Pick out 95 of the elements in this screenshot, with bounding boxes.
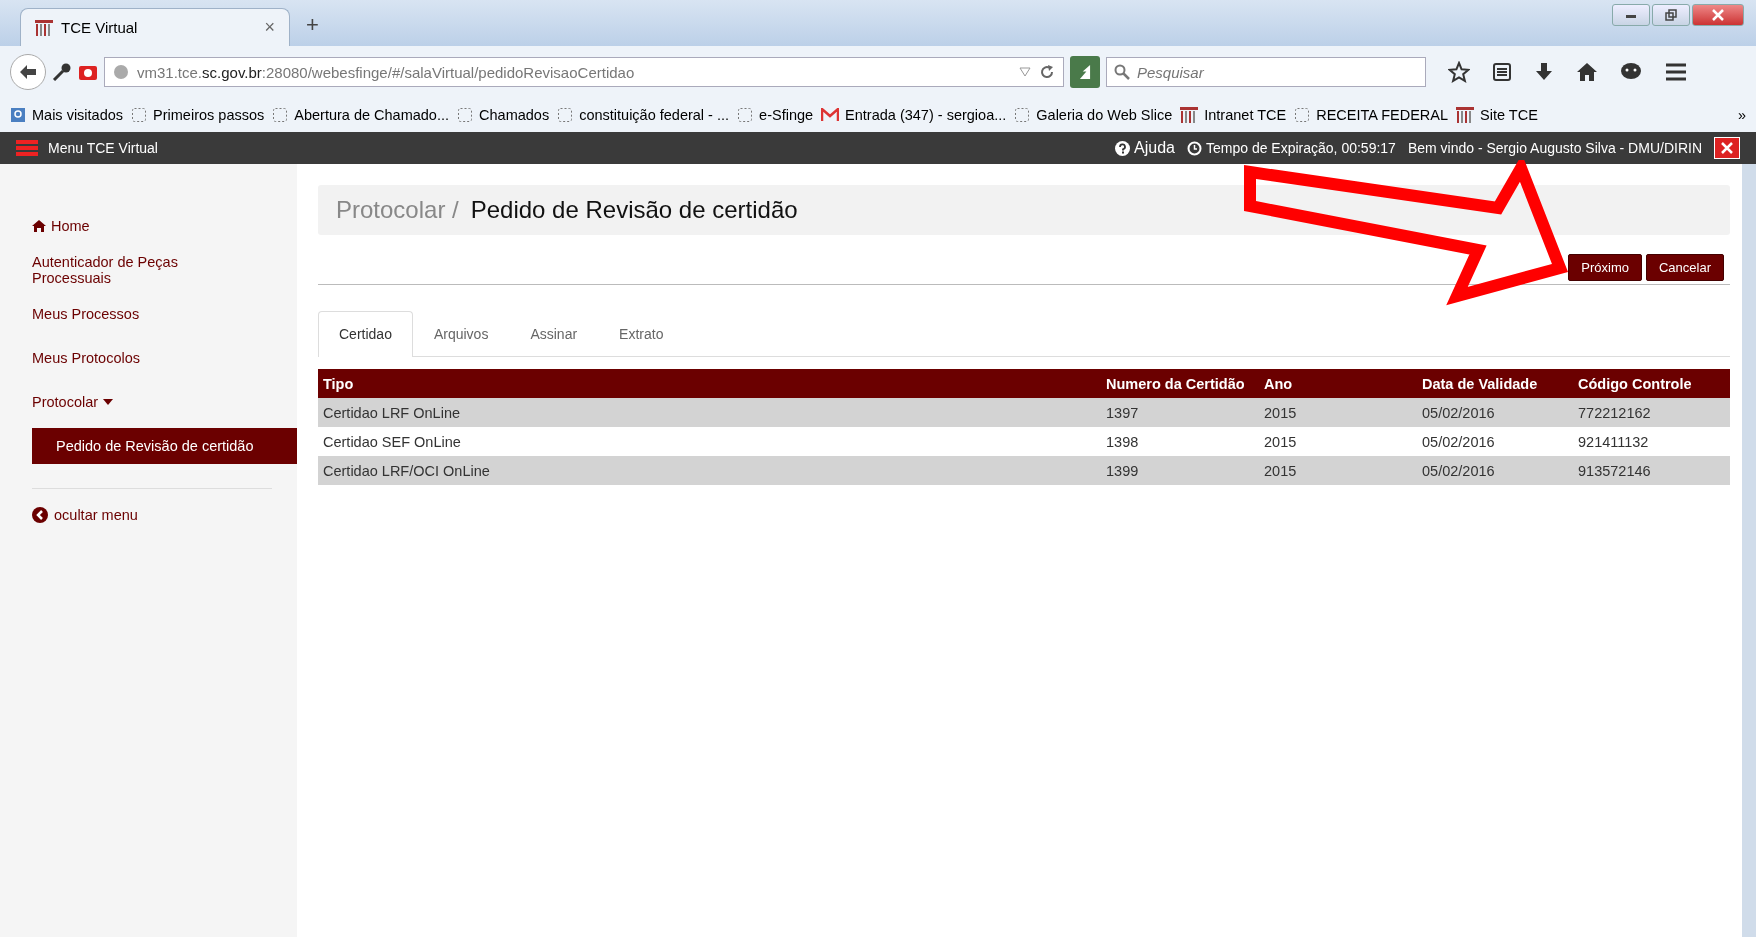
new-tab-button[interactable]: + <box>306 12 319 38</box>
browser-tab[interactable]: TCE Virtual × <box>20 8 290 46</box>
column-header: Data de Validade <box>1422 375 1539 392</box>
dropdown-icon[interactable] <box>1019 67 1031 77</box>
help-link[interactable]: Ajuda <box>1115 139 1175 157</box>
table-cell-text: Certidao LRF/OCI OnLine <box>323 462 491 479</box>
minimize-button[interactable] <box>1612 4 1650 26</box>
back-button[interactable] <box>10 54 46 90</box>
star-icon[interactable] <box>1448 61 1470 83</box>
camera-icon <box>78 63 98 81</box>
download-icon[interactable] <box>1534 62 1554 82</box>
bookmark-item[interactable]: Intranet TCE <box>1180 107 1287 123</box>
home-icon <box>32 220 46 232</box>
bookmark-item[interactable]: Galeria do Web Slice <box>1014 107 1173 123</box>
menu-button[interactable]: Menu TCE Virtual <box>16 139 158 157</box>
list-icon[interactable] <box>1492 62 1512 82</box>
hide-menu-link[interactable]: ocultar menu <box>32 507 297 523</box>
table-cell-text: Certidao SEF OnLine <box>323 433 462 450</box>
close-icon <box>1712 9 1724 21</box>
hamburger-icon <box>16 139 38 157</box>
blank-page-icon <box>272 107 289 123</box>
column-header: Ano <box>1264 375 1294 392</box>
menu-icon[interactable] <box>1664 62 1688 82</box>
chat-icon[interactable] <box>1620 62 1642 82</box>
blank-page-icon <box>1014 107 1031 123</box>
welcome-text: Bem vindo - Sergio Augusto Silva - DMU/DIRIN <box>1407 140 1702 156</box>
tab[interactable]: Extrato <box>598 311 685 356</box>
action-button[interactable]: Cancelar <box>1645 254 1724 281</box>
bookmark-item[interactable]: Mais visitados <box>10 107 124 123</box>
tab[interactable]: Arquivos <box>412 311 510 356</box>
key-icon <box>52 63 72 81</box>
tab[interactable]: Assinar <box>509 311 599 356</box>
table-cell-text: 772212162 <box>1578 404 1652 421</box>
url-field[interactable]: vm31.tce.sc.gov.br:28080/webesfinge/#/salaVirtual/pedidoRevisaoCertidao <box>104 57 1064 87</box>
sidebar-item[interactable]: Meus Processos <box>32 292 242 336</box>
close-icon <box>1721 142 1733 154</box>
url-text: vm31.tce.sc.gov.br:28080/webesfinge/#/salaVirtual/pedidoRevisaoCertidao <box>137 63 636 81</box>
sidebar-item[interactable]: Protocolar <box>32 380 242 424</box>
table-cell-text: 2015 <box>1264 433 1298 450</box>
home-icon[interactable] <box>1576 62 1598 82</box>
blank-page-icon <box>1294 107 1311 123</box>
table-cell-text: 913572146 <box>1578 462 1652 479</box>
close-button[interactable] <box>1692 4 1744 26</box>
bookmark-item[interactable]: e-Sfinge <box>737 107 814 123</box>
bookmark-item[interactable]: Chamados <box>457 107 550 123</box>
mail-icon <box>821 108 840 122</box>
table-cell-text: 2015 <box>1264 404 1298 421</box>
column-header: Tipo <box>323 375 355 392</box>
bookmark-item[interactable]: constituição federal - ... <box>557 107 730 123</box>
sidebar-subitem[interactable]: Pedido de Revisão de certidão <box>32 428 297 464</box>
bookmark-item[interactable]: Site TCE <box>1456 107 1538 123</box>
column-header: Numero da Certidão <box>1106 375 1246 392</box>
page-title: Pedido de Revisão de certidão <box>470 196 798 224</box>
sidebar-item[interactable]: Meus Protocolos <box>32 336 242 380</box>
blank-page-icon <box>131 107 148 123</box>
table-cell-text: 05/02/2016 <box>1422 462 1496 479</box>
table-cell-text: 1397 <box>1106 404 1140 421</box>
blank-page-icon <box>457 107 474 123</box>
close-tab-button[interactable]: × <box>264 17 275 38</box>
bookmark-item[interactable]: Abertura de Chamado... <box>272 107 450 123</box>
table-cell-text: 2015 <box>1264 462 1298 479</box>
clock-icon <box>1187 140 1202 156</box>
table-cell-text: 05/02/2016 <box>1422 404 1496 421</box>
restore-icon <box>1665 9 1677 21</box>
back-arrow-icon <box>19 64 37 80</box>
tab[interactable]: Certidao <box>318 311 413 357</box>
bookmark-item[interactable]: Entrada (347) - sergioa... <box>821 107 1007 123</box>
table-cell-text: 921411132 <box>1578 433 1650 450</box>
question-icon <box>1115 140 1131 156</box>
logout-button[interactable] <box>1714 137 1740 159</box>
extension-button[interactable] <box>1070 56 1100 88</box>
sidebar-item[interactable]: Autenticador de Peças Processuais <box>32 248 242 292</box>
search-field[interactable]: Pesquisar <box>1106 57 1426 87</box>
bookmark-item[interactable]: RECEITA FEDERAL <box>1294 107 1449 123</box>
table-cell-text: 1399 <box>1106 462 1140 479</box>
chevron-circle-icon <box>32 507 48 523</box>
columns-logo-icon <box>35 19 53 36</box>
action-button[interactable]: Próximo <box>1568 254 1642 281</box>
table-cell-text: 05/02/2016 <box>1422 433 1496 450</box>
bookmarks-overflow-button[interactable]: » <box>1737 107 1746 123</box>
tab-title: TCE Virtual <box>61 19 139 36</box>
expiration-timer: Tempo de Expiração, 00:59:17 <box>1187 140 1396 156</box>
search-page-icon <box>10 107 26 123</box>
bookmark-item[interactable]: Primeiros passos <box>131 107 265 123</box>
table-cell-text: 1398 <box>1106 433 1140 450</box>
column-header: Código Controle <box>1578 375 1693 392</box>
sidebar-item[interactable]: Home <box>32 204 242 248</box>
columns-logo-icon <box>1180 107 1199 123</box>
table-cell-text: Certidao LRF OnLine <box>323 404 461 421</box>
minimize-icon <box>1625 12 1637 18</box>
restore-button[interactable] <box>1652 4 1690 26</box>
reload-icon[interactable] <box>1039 64 1055 80</box>
blank-page-icon <box>557 107 574 123</box>
blank-page-icon <box>737 107 754 123</box>
columns-logo-icon <box>1456 107 1475 123</box>
